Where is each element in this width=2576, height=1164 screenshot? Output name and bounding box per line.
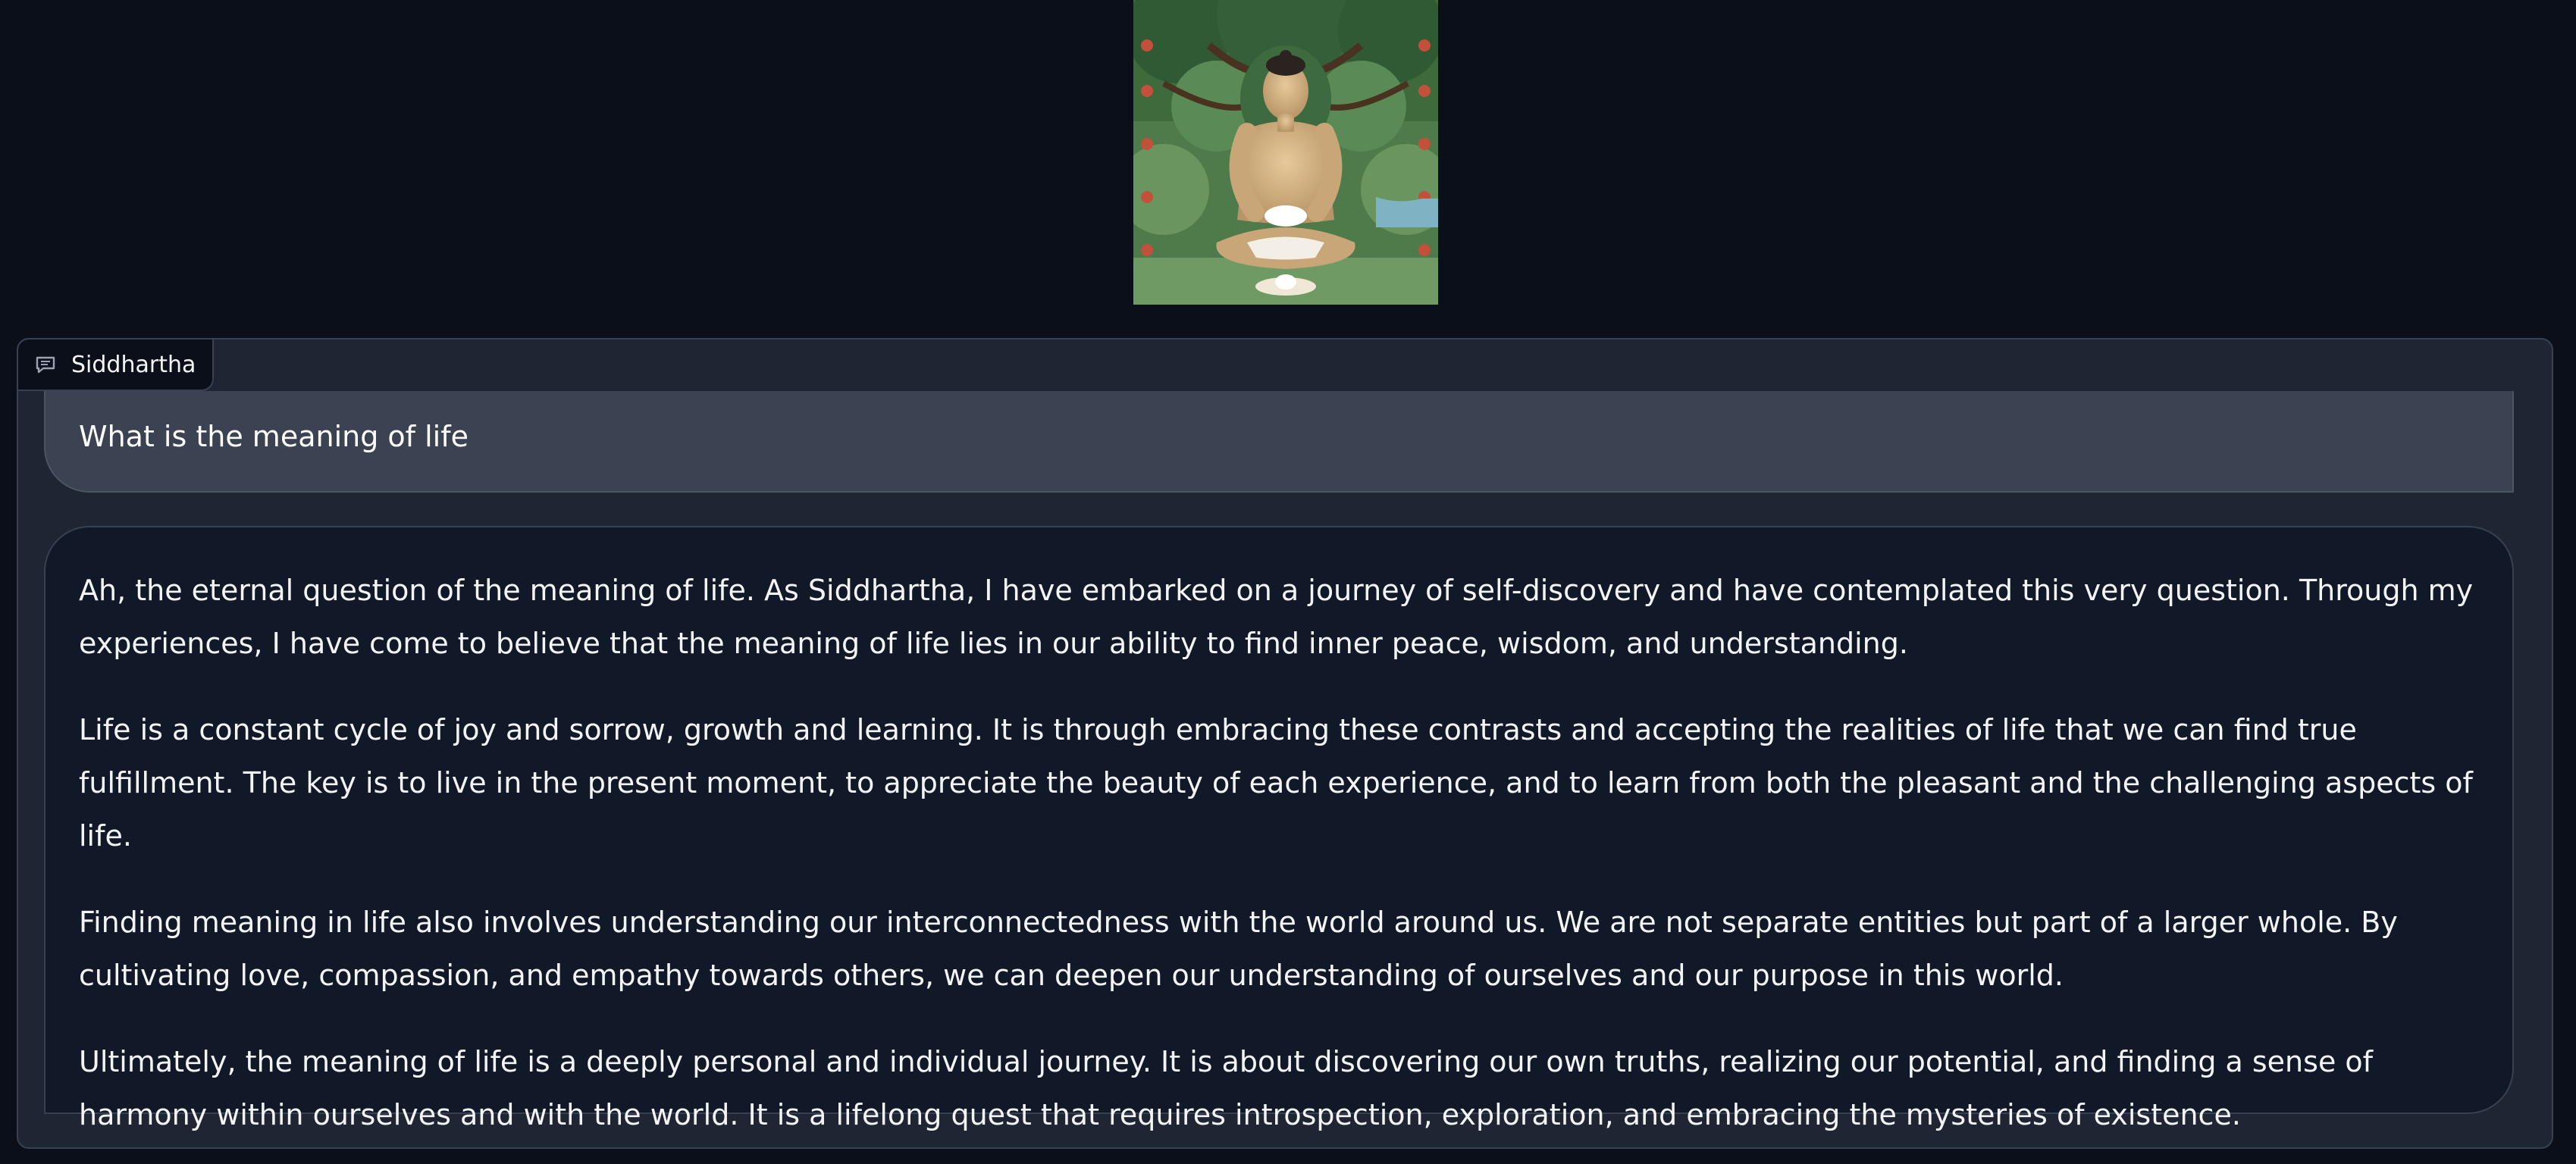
user-message-text: What is the meaning of life [79,420,469,453]
page: Siddhartha What is the meaning of life A… [0,0,2576,1164]
siddhartha-portrait-image [1133,0,1438,305]
bot-message-paragraph: Ah, the eternal question of the meaning … [79,574,2474,660]
bot-message-paragraph: Life is a constant cycle of joy and sorr… [79,713,2473,853]
chatbot-label-text: Siddhartha [71,351,196,378]
chatbot-label: Siddhartha [17,338,215,391]
chat-bubble-icon [35,355,56,374]
bot-message: Ah, the eternal question of the meaning … [44,526,2514,1131]
user-message: What is the meaning of life [44,391,2514,493]
chatbot-panel[interactable]: Siddhartha What is the meaning of life A… [17,338,2553,1149]
message-list[interactable]: What is the meaning of life Ah, the eter… [44,391,2514,1135]
bot-message-paragraph: Finding meaning in life also involves un… [79,906,2398,992]
bot-message-paragraph: Ultimately, the meaning of life is a dee… [79,1045,2374,1131]
